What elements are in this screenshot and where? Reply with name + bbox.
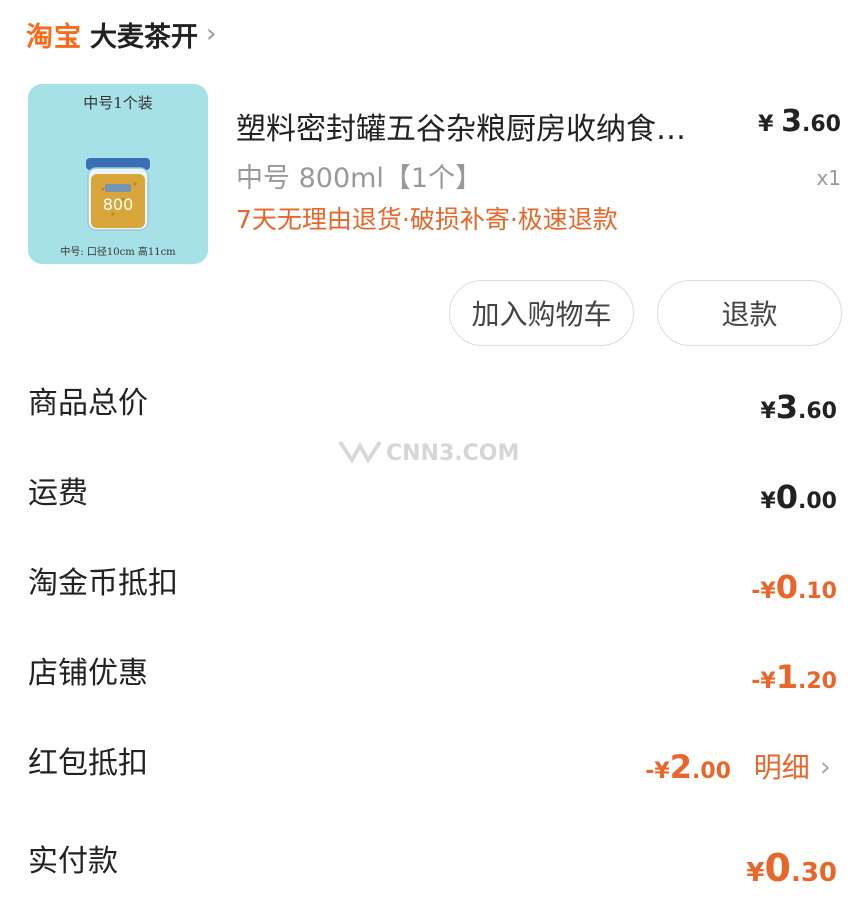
amount-integer: 0 xyxy=(764,846,791,890)
currency-prefix: -¥ xyxy=(751,579,776,604)
redpacket-discount-label: 红包抵扣 xyxy=(28,746,148,781)
price-integer: 3 xyxy=(781,104,803,139)
taojinbi-discount-label: 淘金币抵扣 xyxy=(28,566,178,601)
taojinbi-discount-value: -¥0.10 xyxy=(751,568,837,606)
shop-discount-label: 店铺优惠 xyxy=(28,656,148,691)
product-quantity: x1 xyxy=(816,166,841,190)
amount-integer: 3 xyxy=(775,388,799,426)
shop-header[interactable]: 淘宝 大麦茶开 › xyxy=(26,14,216,54)
chevron-right-icon: › xyxy=(819,749,831,783)
total-paid-value: ¥0.30 xyxy=(746,846,837,890)
amount-integer: 2 xyxy=(669,748,693,786)
jar-label: 800 xyxy=(103,195,134,214)
product-title[interactable]: 塑料密封罐五谷杂粮厨房收纳食… xyxy=(236,104,736,148)
detail-link[interactable]: 明细 › xyxy=(754,746,831,786)
redpacket-discount-value: -¥2.00 xyxy=(645,748,731,786)
shop-name[interactable]: 大麦茶开 xyxy=(90,15,198,54)
jar-image: 800 xyxy=(86,158,150,231)
chevron-right-icon: › xyxy=(206,19,217,49)
price-decimal: .60 xyxy=(802,112,841,137)
product-spec: 中号 800ml【1个】 xyxy=(236,163,483,194)
subtotal-label: 商品总价 xyxy=(28,386,148,421)
amount-decimal: .00 xyxy=(692,759,731,784)
add-to-cart-button[interactable]: 加入购物车 xyxy=(449,280,634,346)
amount-decimal: .10 xyxy=(798,579,837,604)
thumb-caption-bottom: 中号: 口径10cm 高11cm xyxy=(60,247,176,258)
taobao-logo: 淘宝 xyxy=(26,21,82,53)
currency-prefix: -¥ xyxy=(645,759,670,784)
currency-prefix: ¥ xyxy=(760,399,776,424)
detail-label[interactable]: 明细 xyxy=(754,746,810,786)
currency-prefix: ¥ xyxy=(760,489,776,514)
amount-integer: 1 xyxy=(775,658,799,696)
shipping-label: 运费 xyxy=(28,476,88,511)
thumb-caption-top: 中号1个装 xyxy=(83,94,153,112)
amount-decimal: .30 xyxy=(790,858,837,888)
amount-decimal: .20 xyxy=(798,669,837,694)
amount-decimal: .00 xyxy=(798,489,837,514)
amount-integer: 0 xyxy=(775,478,799,516)
amount-integer: 0 xyxy=(775,568,799,606)
shop-discount-value: -¥1.20 xyxy=(751,658,837,696)
currency-prefix: -¥ xyxy=(751,669,776,694)
price-symbol: ¥ xyxy=(758,112,774,137)
refund-button[interactable]: 退款 xyxy=(657,280,842,346)
currency-prefix: ¥ xyxy=(746,858,765,888)
total-paid-label: 实付款 xyxy=(28,844,118,879)
product-price: ¥ 3.60 xyxy=(758,104,841,139)
service-guarantee: 7天无理由退货·破损补寄·极速退款 xyxy=(236,205,618,234)
product-image[interactable]: 中号1个装 800 中号: 口径10cm 高11cm xyxy=(28,84,208,264)
amount-decimal: .60 xyxy=(798,399,837,424)
shipping-value: ¥0.00 xyxy=(760,478,837,516)
watermark-text: CNN3.COM xyxy=(386,441,519,466)
watermark-logo: CNN3.COM xyxy=(338,440,519,466)
subtotal-value: ¥3.60 xyxy=(760,388,837,426)
